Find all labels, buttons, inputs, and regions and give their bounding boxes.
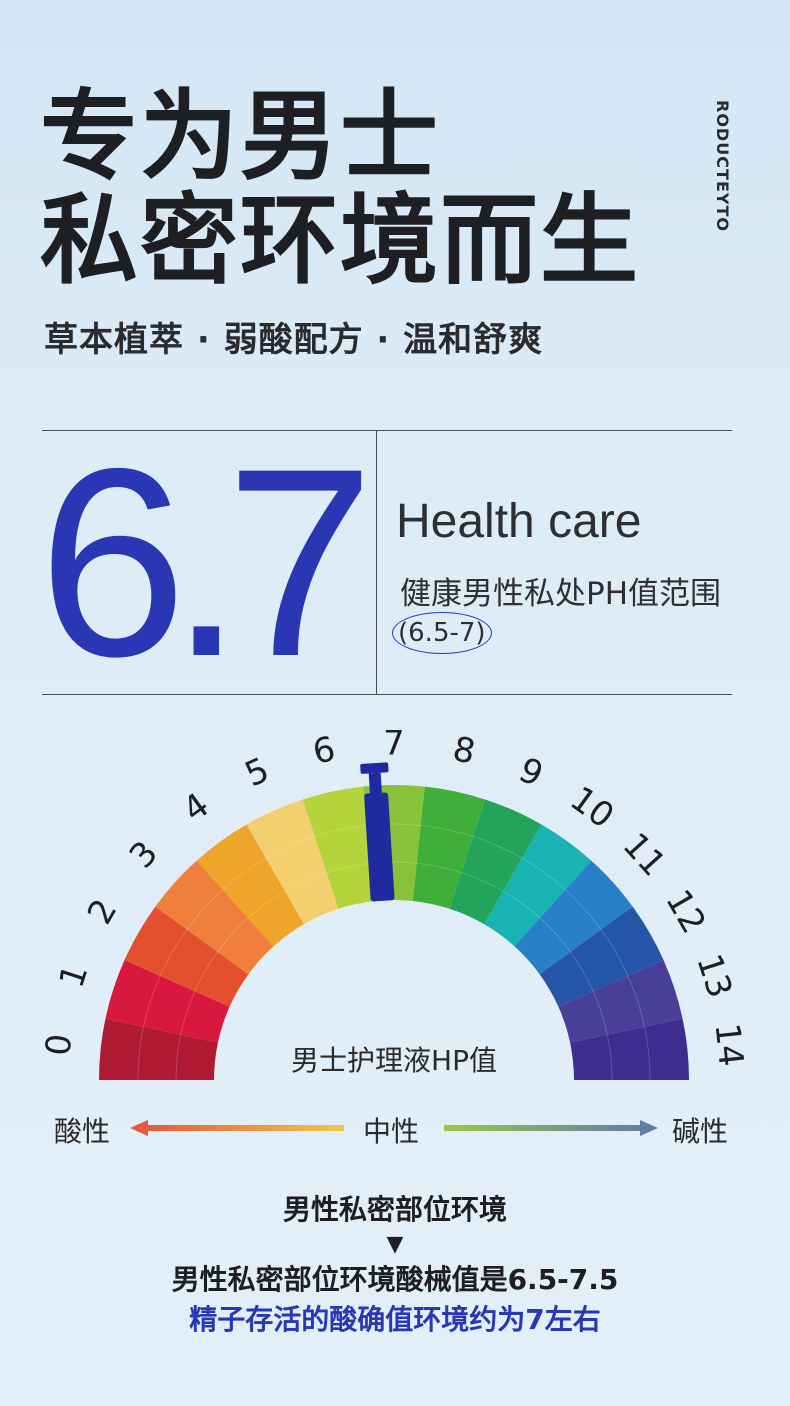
headline-line-2: 私密环境而生	[40, 184, 641, 298]
gauge-tick-8: 8	[449, 730, 478, 773]
bottle-neck	[368, 772, 383, 796]
right-arrow-icon	[444, 1120, 658, 1136]
ph-gauge: 012345 6 7 8 91011121314 男士护理液HP值	[38, 730, 751, 1081]
brand-text-part-1: EYTO	[713, 180, 732, 232]
gauge-tick-0: 0	[38, 1032, 80, 1058]
gauge-tick-13: 13	[688, 949, 739, 1003]
gauge-center-label: 男士护理液HP值	[291, 1044, 497, 1077]
info-line-1: 男性私密部位环境酸械值是6.5-7.5	[171, 1263, 619, 1296]
gauge-tick-10: 10	[563, 779, 622, 837]
gauge-tick-1: 1	[52, 960, 97, 993]
subtitle: 草本植萃 · 弱酸配方 · 温和舒爽	[44, 320, 544, 360]
ph-value: 6.7	[38, 412, 375, 712]
info-title: 男性私密部位环境	[282, 1193, 507, 1226]
brand-vertical-text: EYTO RODUCT	[712, 100, 732, 232]
info-line-2: 精子存活的酸确值环境约为7左右	[189, 1303, 601, 1336]
brand-text-part-2: RODUCT	[713, 100, 732, 181]
healthy-ph-range-label: 健康男性私处PH值范围	[400, 576, 722, 612]
gauge-tick-12: 12	[657, 883, 713, 940]
alkaline-label: 碱性	[672, 1115, 729, 1148]
down-arrow-icon: ▼	[386, 1232, 404, 1257]
headline-line-1: 专为男士	[40, 80, 441, 194]
gauge-tick-14: 14	[707, 1021, 751, 1068]
neutral-label: 中性	[363, 1115, 420, 1148]
gauge-tick-3: 3	[122, 833, 166, 876]
bottle-cap	[360, 762, 389, 774]
healthy-ph-range-value: (6.5-7)	[392, 612, 492, 654]
left-arrow-icon	[130, 1120, 344, 1136]
acidity-scale: 酸性 中性 碱性	[0, 1110, 790, 1150]
highlight-ring-icon	[392, 612, 492, 654]
gauge-tick-4: 4	[176, 785, 217, 830]
health-care-title: Health care	[396, 495, 642, 548]
gauge-tick-9: 9	[513, 750, 549, 795]
gauge-tick-5: 5	[239, 750, 275, 795]
gauge-tick-6: 6	[309, 730, 338, 773]
headline: 专为男士 私密环境而生	[40, 85, 640, 293]
vertical-divider	[376, 430, 377, 695]
acid-label: 酸性	[54, 1115, 111, 1148]
gauge-tick-2: 2	[80, 892, 125, 931]
gauge-tick-11: 11	[615, 825, 674, 884]
gauge-tick-7: 7	[383, 730, 405, 764]
